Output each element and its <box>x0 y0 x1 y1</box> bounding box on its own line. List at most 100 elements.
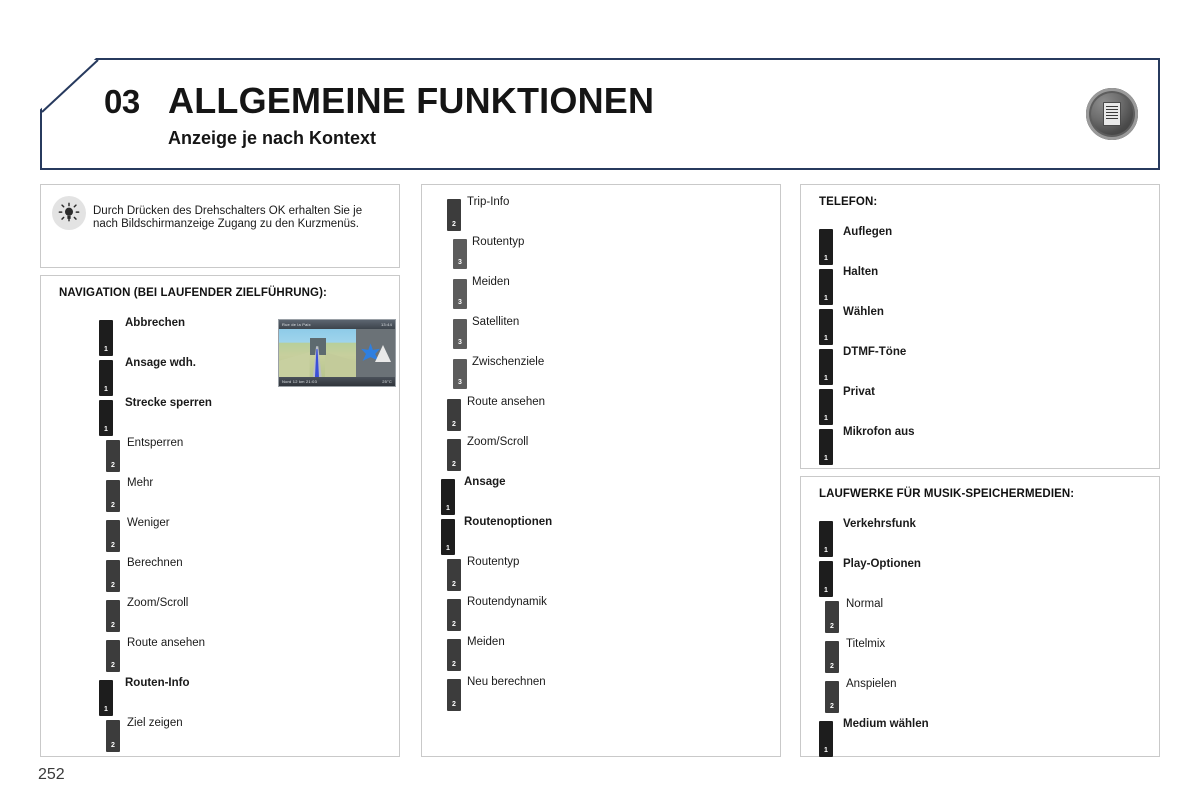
menu-item-label: DTMF-Töne <box>843 346 907 358</box>
menu-item-label: Privat <box>843 386 875 398</box>
lightbulb-icon <box>52 196 86 230</box>
menu-item[interactable]: 1 Routen-Info <box>41 674 399 716</box>
menu-item[interactable]: 1 Wählen <box>801 303 1159 345</box>
menu-item-label: Routentyp <box>467 556 520 568</box>
menu-item[interactable]: 1 Halten <box>801 263 1159 305</box>
navigation-submenu-panel: 2 Trip-Info 3 Routentyp 3 Meiden 3 Satelliten 3 Z… <box>421 184 781 757</box>
menu-item-label: Entsperren <box>127 437 184 449</box>
menu-level-marker: 2 <box>825 641 839 673</box>
telephone-panel-title: TELEFON: <box>819 196 878 208</box>
menu-level-marker: 1 <box>99 680 113 716</box>
page-title: ALLGEMEINE FUNKTIONEN <box>168 80 655 121</box>
menu-item-label: Normal <box>846 598 884 610</box>
menu-item-label: Zwischenziele <box>472 356 545 368</box>
menu-item[interactable]: 2 Neu berechnen <box>422 673 780 713</box>
navigation-panel: NAVIGATION (BEI LAUFENDER ZIELFÜHRUNG): … <box>40 275 400 757</box>
menu-item-label: Routentyp <box>472 236 525 248</box>
menu-level-marker: 2 <box>825 681 839 713</box>
screenshot-direction-arrow-icon <box>374 345 391 363</box>
menu-item[interactable]: 1 Strecke sperren <box>41 394 399 436</box>
menu-item-label: Ansage <box>464 476 506 488</box>
menu-level-marker: 3 <box>453 319 467 349</box>
menu-item[interactable]: 2 Ziel zeigen <box>41 714 399 754</box>
screenshot-clock-label: 13:44 <box>380 322 392 327</box>
menu-item-label: Abbrechen <box>125 317 186 329</box>
menu-item[interactable]: 1 Mikrofon aus <box>801 423 1159 465</box>
menu-item[interactable]: 2 Meiden <box>422 633 780 673</box>
tip-box: Durch Drücken des Drehschalters OK erhal… <box>40 184 400 268</box>
menu-item[interactable]: 2 Anspielen <box>801 675 1159 715</box>
menu-level-marker: 1 <box>441 519 455 555</box>
menu-item-label: Halten <box>843 266 879 278</box>
screenshot-terrain-left <box>279 352 310 377</box>
menu-item-label: Play-Optionen <box>843 558 921 570</box>
menu-item[interactable]: 3 Zwischenziele <box>422 353 780 393</box>
menu-item-label: Wählen <box>843 306 884 318</box>
menu-item[interactable]: 2 Route ansehen <box>422 393 780 433</box>
menu-item[interactable]: 1 Auflegen <box>801 223 1159 265</box>
music-media-menu-list: 1 Verkehrsfunk 1 Play-Optionen 2 Normal 2 Titel… <box>801 515 1159 757</box>
menu-item[interactable]: 1 Medium wählen <box>801 715 1159 757</box>
menu-item[interactable]: 2 Zoom/Scroll <box>422 433 780 473</box>
document-icon-glyph <box>1103 102 1121 126</box>
menu-level-marker: 1 <box>819 269 833 305</box>
music-media-panel: LAUFWERKE FÜR MUSIK-SPEICHERMEDIEN: 1 Ver… <box>800 476 1160 757</box>
menu-item[interactable]: 1 DTMF-Töne <box>801 343 1159 385</box>
menu-item-label: Zoom/Scroll <box>467 436 529 448</box>
menu-item-label: Auflegen <box>843 226 893 238</box>
menu-item[interactable]: 3 Satelliten <box>422 313 780 353</box>
menu-level-marker: 2 <box>447 599 461 631</box>
menu-item[interactable]: 1 Verkehrsfunk <box>801 515 1159 557</box>
menu-item[interactable]: 2 Routentyp <box>422 553 780 593</box>
menu-item-label: Satelliten <box>472 316 520 328</box>
menu-level-marker: 2 <box>106 720 120 752</box>
menu-item[interactable]: 1 Privat <box>801 383 1159 425</box>
menu-item-label: Routendynamik <box>467 596 547 608</box>
telephone-menu-list: 1 Auflegen 1 Halten 1 Wählen 1 DTMF-Töne 1 Privat… <box>801 223 1159 465</box>
page-subtitle: Anzeige je nach Kontext <box>168 128 377 148</box>
menu-item-label: Routenoptionen <box>464 516 553 528</box>
menu-item[interactable]: 2 Mehr <box>41 474 399 514</box>
menu-item[interactable]: 1 Ansage <box>422 473 780 515</box>
menu-level-marker: 1 <box>819 721 833 757</box>
menu-item[interactable]: 3 Meiden <box>422 273 780 313</box>
navigation-3d-view-screenshot: Rue de la Paix 13:44 Nord 12 km 21:03 25… <box>278 319 396 387</box>
menu-level-marker: 3 <box>453 359 467 389</box>
menu-item[interactable]: 3 Routentyp <box>422 233 780 273</box>
menu-level-marker: 2 <box>106 480 120 512</box>
menu-level-marker: 1 <box>819 429 833 465</box>
menu-item[interactable]: 2 Routendynamik <box>422 593 780 633</box>
menu-level-marker: 2 <box>447 639 461 671</box>
menu-level-marker: 2 <box>447 399 461 431</box>
menu-item-label: Zoom/Scroll <box>127 597 189 609</box>
screenshot-eta-label: Nord 12 km 21:03 <box>282 379 317 384</box>
menu-item[interactable]: 2 Titelmix <box>801 635 1159 675</box>
menu-level-marker: 2 <box>447 679 461 711</box>
document-icon <box>1086 88 1138 140</box>
menu-item[interactable]: 2 Normal <box>801 595 1159 635</box>
menu-item[interactable]: 2 Entsperren <box>41 434 399 474</box>
menu-item-label: Ansage wdh. <box>125 357 196 369</box>
menu-level-marker: 1 <box>99 400 113 436</box>
menu-item[interactable]: 1 Play-Optionen <box>801 555 1159 597</box>
chapter-number: 03 <box>104 83 140 120</box>
menu-item[interactable]: 2 Berechnen <box>41 554 399 594</box>
menu-item[interactable]: 2 Zoom/Scroll <box>41 594 399 634</box>
menu-item-label: Neu berechnen <box>467 676 546 688</box>
screenshot-street-label: Rue de la Paix <box>282 322 311 327</box>
tip-text: Durch Drücken des Drehschalters OK erhal… <box>93 205 363 230</box>
menu-item[interactable]: 2 Route ansehen <box>41 634 399 674</box>
menu-item-label: Strecke sperren <box>125 397 212 409</box>
menu-item[interactable]: 2 Weniger <box>41 514 399 554</box>
menu-item-label: Berechnen <box>127 557 183 569</box>
menu-item[interactable]: 1 Routenoptionen <box>422 513 780 555</box>
menu-item-label: Medium wählen <box>843 718 929 730</box>
menu-level-marker: 3 <box>453 279 467 309</box>
screenshot-side-panel <box>355 329 395 377</box>
menu-item-label: Anspielen <box>846 678 897 690</box>
menu-level-marker: 2 <box>106 640 120 672</box>
menu-item[interactable]: 2 Trip-Info <box>422 193 780 233</box>
menu-item-label: Ziel zeigen <box>127 717 183 729</box>
menu-level-marker: 1 <box>441 479 455 515</box>
screenshot-terrain-right <box>324 352 356 377</box>
